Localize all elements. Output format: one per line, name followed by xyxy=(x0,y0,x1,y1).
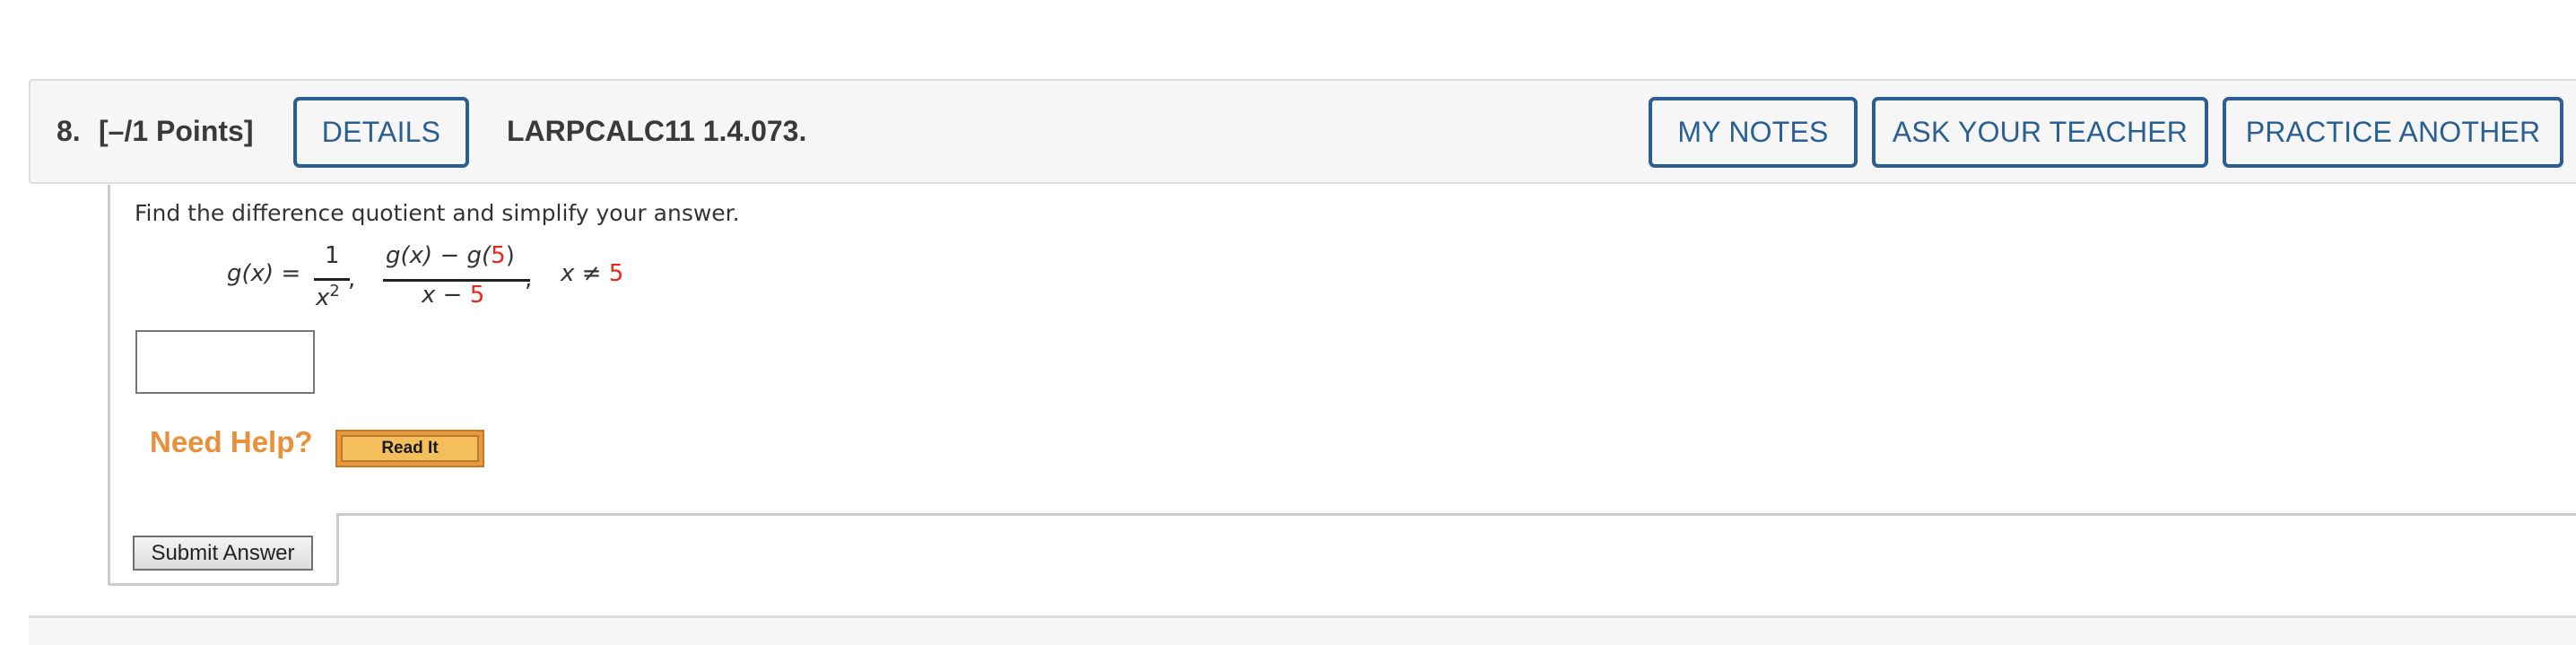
question-number: 8. xyxy=(57,115,81,147)
comma: , xyxy=(525,266,533,292)
practice-another-button[interactable]: PRACTICE ANOTHER xyxy=(2223,97,2563,168)
submit-answer-button[interactable]: Submit Answer xyxy=(133,536,313,571)
domain-condition: x ≠ 5 xyxy=(561,260,624,287)
ask-your-teacher-button[interactable]: ASK YOUR TEACHER xyxy=(1872,97,2208,168)
function-fraction-bar xyxy=(314,278,350,281)
function-numerator: 1 xyxy=(325,242,340,269)
question-code: LARPCALC11 1.4.073. xyxy=(507,115,807,147)
panel-step-border xyxy=(336,513,339,585)
details-button[interactable]: DETAILS xyxy=(293,97,469,168)
question-points: [–/1 Points] xyxy=(99,115,254,147)
my-notes-button[interactable]: MY NOTES xyxy=(1649,97,1858,168)
answer-input[interactable] xyxy=(135,330,315,394)
function-denominator: x2 xyxy=(316,282,340,311)
next-question-header xyxy=(29,615,2576,645)
question-prompt: Find the difference quotient and simplif… xyxy=(135,200,740,226)
comma: , xyxy=(348,266,356,292)
need-help-label: Need Help? xyxy=(150,425,313,458)
panel-left-border xyxy=(108,185,110,585)
read-it-label: Read It xyxy=(341,435,479,462)
panel-bottom-border xyxy=(108,583,339,586)
panel-divider xyxy=(336,513,2576,516)
function-definition: g(x) = xyxy=(227,260,301,287)
read-it-button[interactable]: Read It xyxy=(335,430,484,467)
quotient-numerator: g(x) − g(5) xyxy=(386,242,515,269)
quotient-denominator: x − 5 xyxy=(422,282,485,309)
